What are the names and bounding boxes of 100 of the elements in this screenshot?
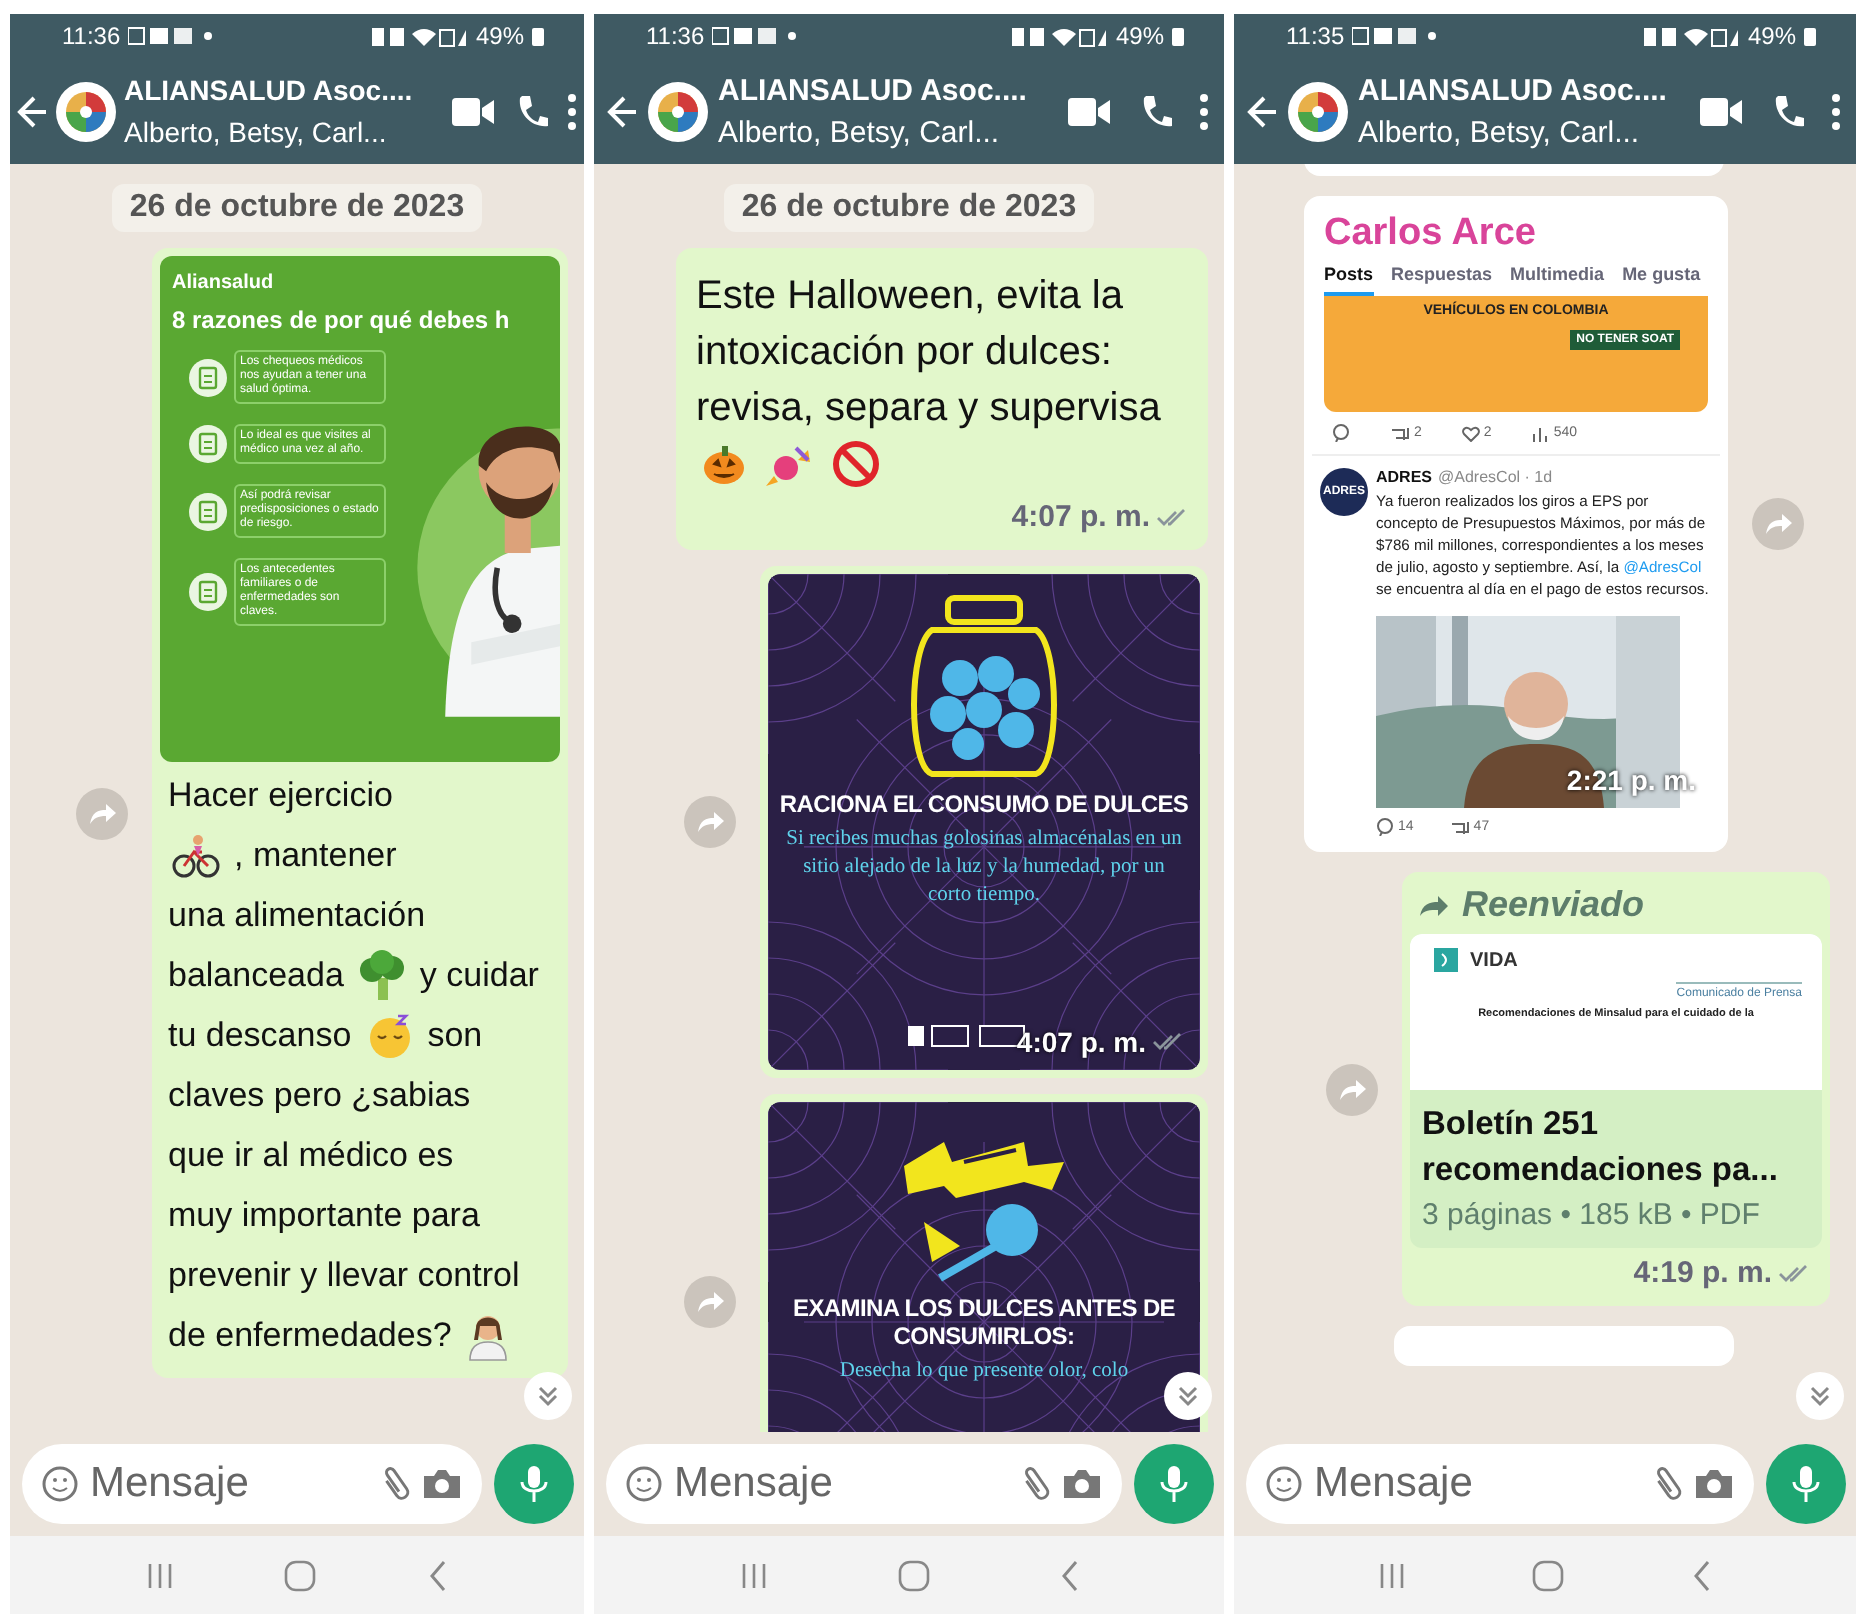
- notification-icons-drawing: [128, 26, 197, 46]
- system-icons-drawing: [371, 25, 468, 47]
- emoji-icon[interactable]: [1266, 1466, 1302, 1502]
- author-name: ADRES: [1376, 468, 1433, 486]
- video-call-icon[interactable]: [1068, 97, 1112, 125]
- camera-icon[interactable]: [422, 1468, 462, 1500]
- group-avatar-icon[interactable]: [1286, 79, 1350, 143]
- forwarded-icon: [1418, 893, 1450, 917]
- menu-icon[interactable]: [1832, 93, 1840, 129]
- chat-members: Alberto, Betsy, Carl...: [124, 113, 389, 151]
- health-worker-icon: [465, 1310, 510, 1362]
- message-field[interactable]: Mensaje: [90, 1460, 370, 1508]
- microphone-button[interactable]: [494, 1444, 574, 1524]
- notification-icons-drawing: [1352, 26, 1421, 46]
- message-text: una alimentación: [168, 894, 426, 938]
- message-box[interactable]: Mensaje: [1246, 1444, 1754, 1524]
- status-time: 11:36: [646, 22, 705, 50]
- message-field[interactable]: Mensaje: [1314, 1460, 1642, 1508]
- microphone-icon: [1160, 1464, 1188, 1504]
- message-text: muy importante para: [168, 1194, 480, 1238]
- emoji-icon[interactable]: [626, 1466, 662, 1502]
- recent-apps-icon[interactable]: [145, 1561, 174, 1589]
- battery-icon: [1172, 26, 1184, 46]
- battery-percent: 49%: [1747, 22, 1796, 50]
- video-call-icon[interactable]: [452, 97, 496, 125]
- recent-apps-icon[interactable]: [1377, 1561, 1406, 1589]
- message-box[interactable]: Mensaje: [606, 1444, 1122, 1524]
- video-call-icon[interactable]: [1700, 97, 1744, 125]
- emoji-icon[interactable]: [42, 1466, 78, 1502]
- back-icon[interactable]: [1692, 1559, 1713, 1591]
- recent-apps-icon[interactable]: [739, 1561, 767, 1589]
- dot-icon: [204, 32, 213, 40]
- home-icon[interactable]: [1532, 1559, 1565, 1591]
- author-handle: @AdresCol · 1d: [1438, 468, 1553, 486]
- message-text: tu descanso: [168, 1014, 352, 1058]
- message-box[interactable]: Mensaje: [22, 1444, 482, 1524]
- group-avatar-icon[interactable]: [54, 79, 118, 143]
- system-icons-drawing: [1643, 25, 1740, 47]
- paperclip-icon[interactable]: [1654, 1464, 1682, 1504]
- battery-percent: 49%: [475, 22, 524, 50]
- paperclip-icon[interactable]: [1022, 1464, 1050, 1504]
- like-icon: [1461, 425, 1480, 441]
- message-text: de enfermedades?: [168, 1314, 452, 1358]
- microphone-button[interactable]: [1766, 1444, 1846, 1524]
- back-arrow-icon[interactable]: [16, 93, 48, 129]
- paperclip-icon[interactable]: [382, 1464, 410, 1504]
- chat-title: ALIANSALUD Asoc....: [124, 71, 415, 109]
- date-chip: 26 de octubre de 2023: [111, 184, 483, 232]
- camera-icon[interactable]: [1062, 1468, 1102, 1500]
- profile-tab[interactable]: Me gusta: [1622, 264, 1701, 296]
- back-arrow-icon[interactable]: [1246, 93, 1278, 129]
- notification-icons-drawing: [712, 26, 781, 46]
- message-text: Hacer ejercicio: [168, 774, 393, 818]
- back-arrow-icon[interactable]: [606, 93, 638, 129]
- phone-icon[interactable]: [516, 93, 548, 129]
- chat-title: ALIANSALUD Asoc....: [1358, 71, 1669, 109]
- poster-text: Desecha lo que presente olor, colo: [837, 1358, 1131, 1386]
- group-avatar-icon[interactable]: [646, 79, 710, 143]
- health-icon: [188, 491, 228, 531]
- back-icon[interactable]: [428, 1559, 449, 1591]
- back-icon[interactable]: [1059, 1559, 1079, 1591]
- sleeping-face-icon: [365, 1012, 414, 1060]
- prohibited-icon: [832, 440, 880, 488]
- phone-icon[interactable]: [1772, 93, 1804, 129]
- menu-icon[interactable]: [568, 93, 576, 129]
- health-icon: [188, 424, 228, 464]
- camera-icon[interactable]: [1694, 1468, 1734, 1500]
- scroll-down-button[interactable]: [1164, 1372, 1212, 1420]
- infographic-title: 8 razones de por qué debes h: [172, 306, 512, 334]
- message-text: prevenir y llevar control: [168, 1254, 520, 1298]
- document-info: 3 páginas • 185 kB • PDF: [1420, 1198, 1762, 1236]
- repost-icon: [1449, 819, 1470, 835]
- phone-icon[interactable]: [1140, 93, 1172, 129]
- cyclist-icon: [172, 832, 220, 880]
- message-field[interactable]: Mensaje: [674, 1460, 1010, 1508]
- microphone-button[interactable]: [1134, 1444, 1214, 1524]
- poster-title: EXAMINA LOS DULCES ANTES DE CONSUMIRLOS:: [790, 1294, 1178, 1350]
- dot-icon: [1428, 32, 1437, 40]
- message-text: , mantener: [234, 834, 397, 878]
- message-text: intoxicación por dulces:: [696, 328, 1112, 376]
- message-text: balanceada: [168, 954, 344, 998]
- reply-icon: [1376, 818, 1394, 836]
- broccoli-icon: [357, 950, 406, 1002]
- chat-members: Alberto, Betsy, Carl...: [718, 113, 1002, 151]
- message-text: y cuidar: [419, 954, 539, 998]
- message-text: claves pero ¿sabias: [168, 1074, 471, 1118]
- logo-text: VIDA: [1470, 949, 1518, 971]
- home-icon[interactable]: [284, 1559, 317, 1591]
- profile-tab[interactable]: Multimedia: [1510, 264, 1605, 296]
- message-text: que ir al médico es: [168, 1134, 454, 1178]
- menu-icon[interactable]: [1200, 93, 1208, 129]
- profile-tab[interactable]: Respuestas: [1391, 264, 1493, 296]
- home-icon[interactable]: [897, 1559, 929, 1591]
- message-text: son: [427, 1014, 483, 1058]
- brand-logo: Aliansalud: [172, 272, 276, 294]
- message-text: revisa, separa y supervisa: [696, 384, 1161, 432]
- poster-text: Si recibes muchas golosinas almacénalas en un sitio alejado de la luz y la humedad, por un corto tiempo.: [784, 826, 1184, 910]
- message-time: 4:07 p. m.: [1011, 500, 1150, 534]
- microphone-icon: [1792, 1464, 1820, 1504]
- views-icon: [1531, 425, 1550, 441]
